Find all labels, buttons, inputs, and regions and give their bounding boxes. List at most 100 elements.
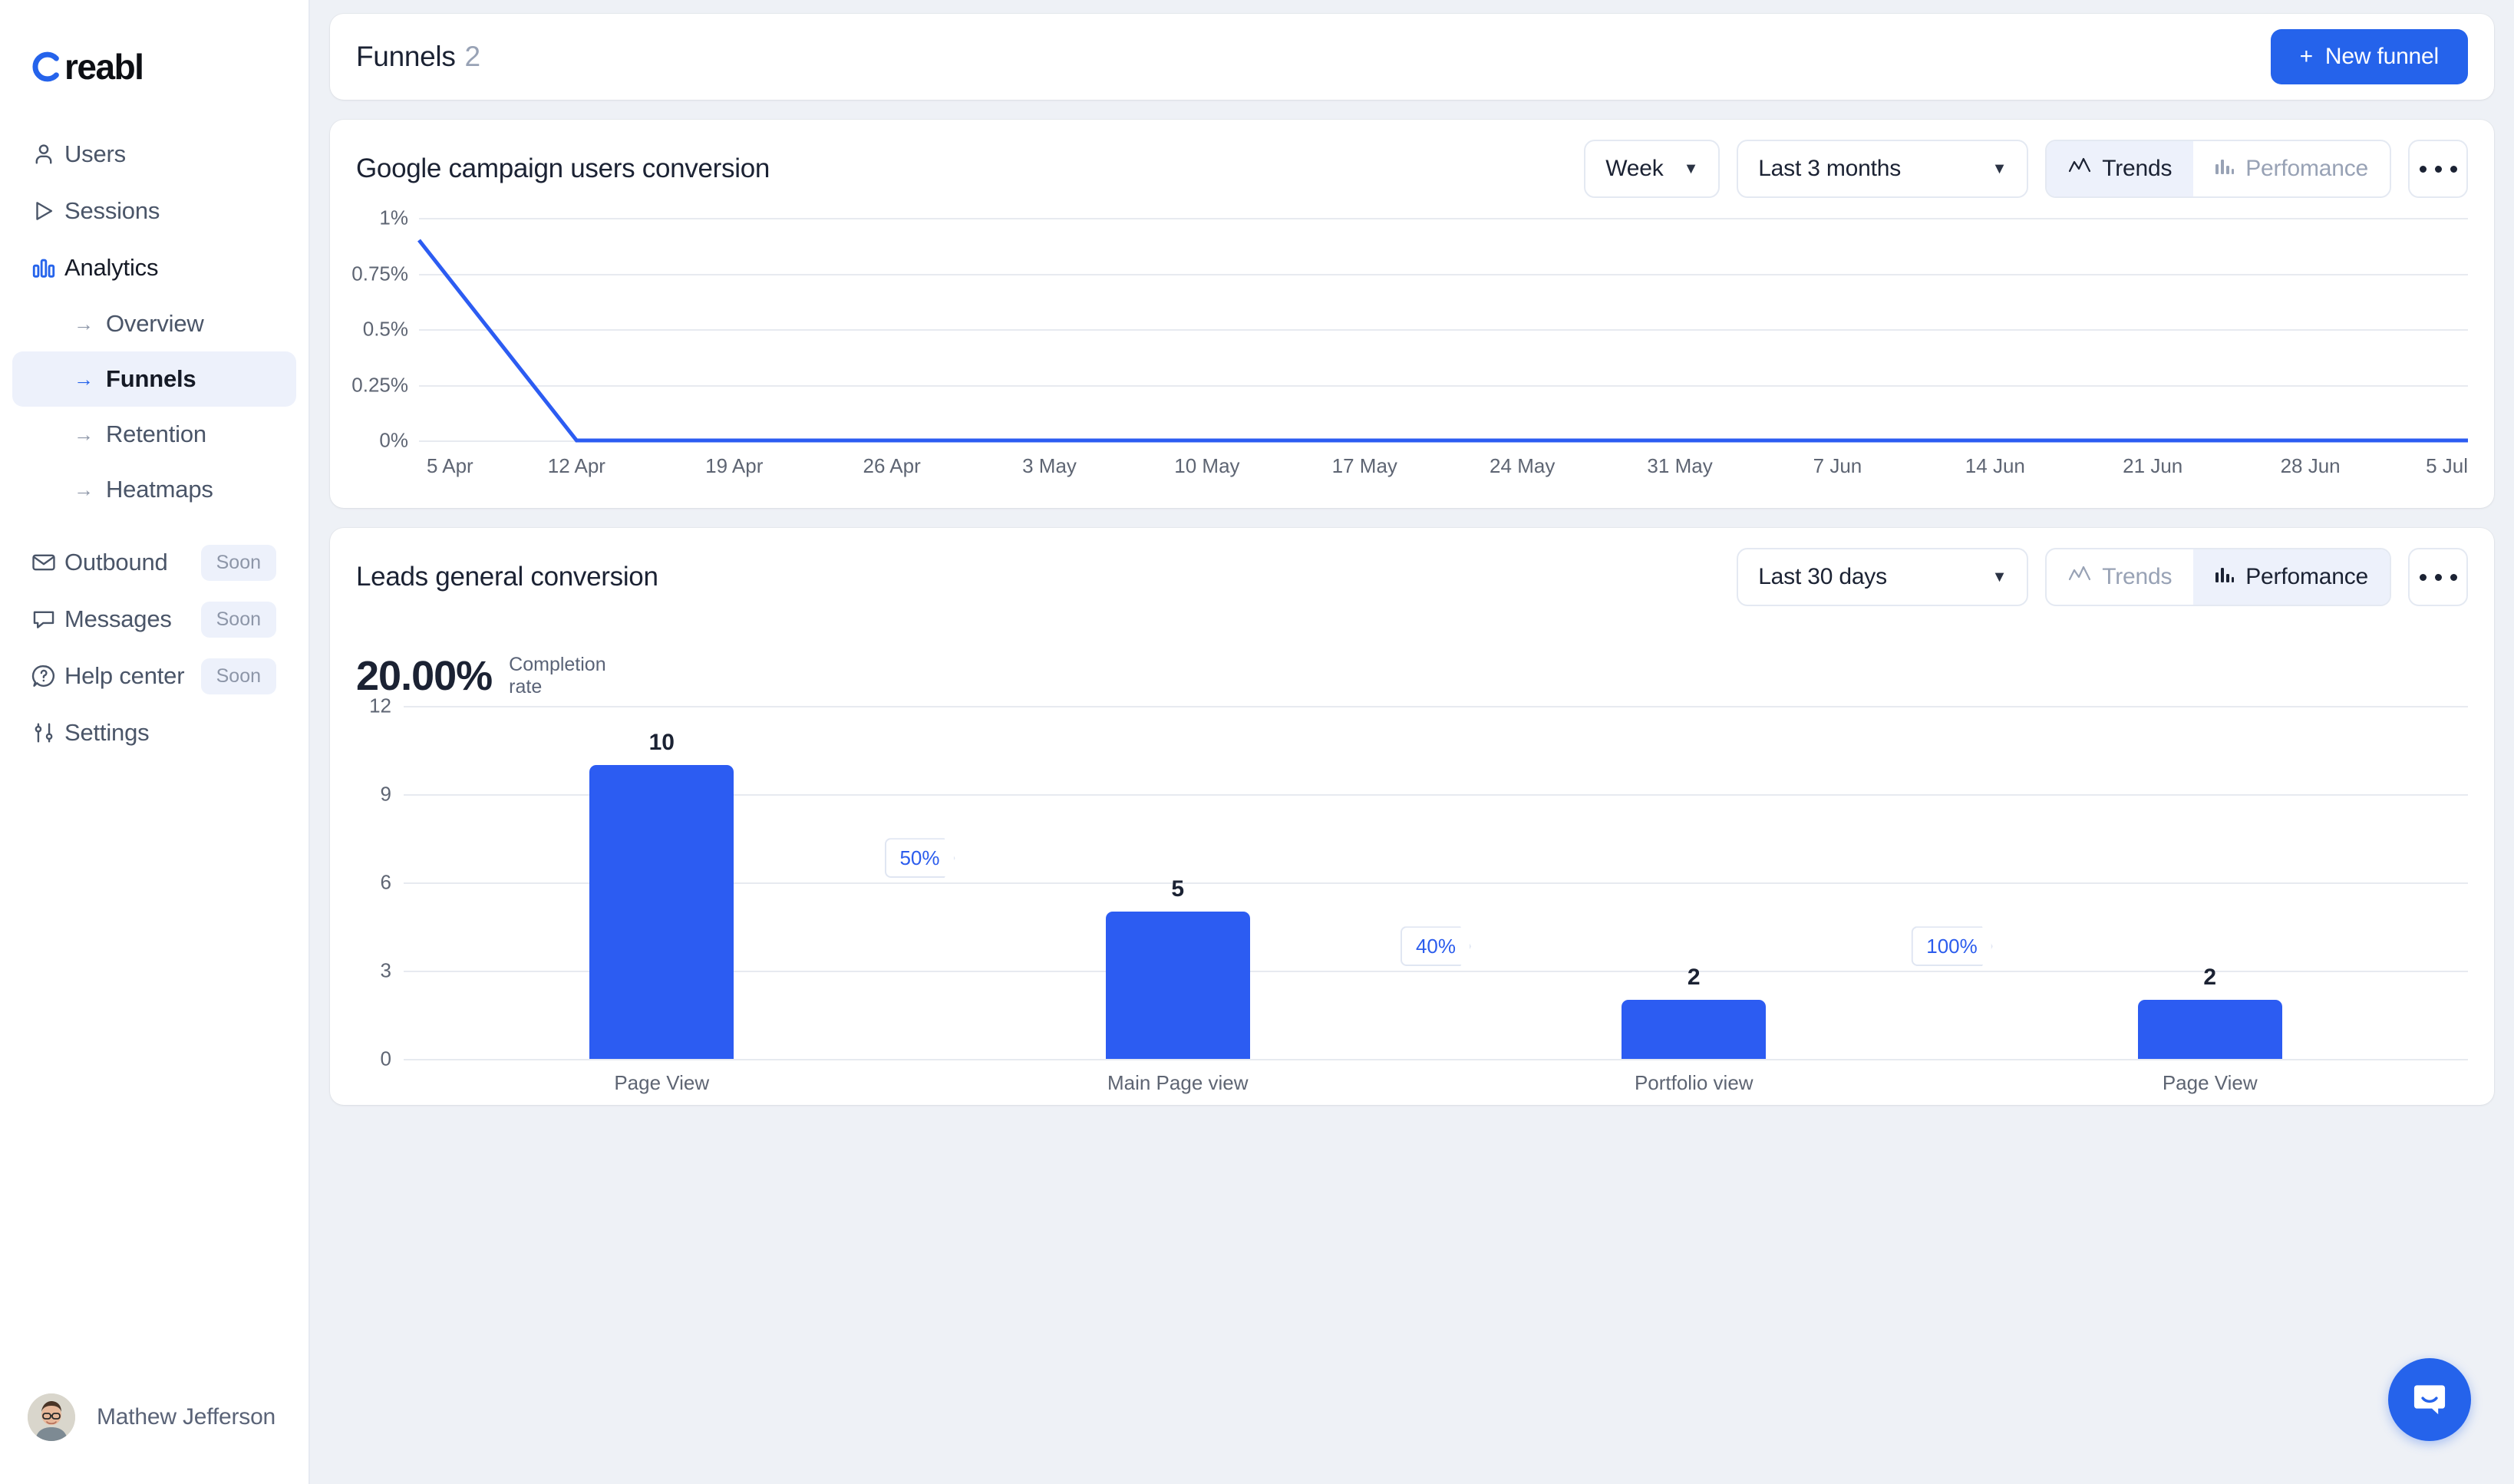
y-axis-tick-label: 9 (380, 782, 391, 806)
new-funnel-button[interactable]: + New funnel (2270, 29, 2468, 84)
x-axis-tick-label: 26 Apr (863, 454, 921, 477)
step-conversion-badge: 50% (884, 838, 955, 878)
dot-icon (2419, 165, 2427, 173)
bar-value-label: 5 (1171, 876, 1185, 902)
dot-icon (2450, 165, 2457, 173)
sliders-icon (31, 720, 64, 746)
dot-icon (2434, 165, 2442, 173)
bar[interactable] (2137, 1000, 2282, 1059)
chat-launcher-button[interactable] (2388, 1358, 2471, 1441)
dot-icon (2419, 573, 2427, 581)
bar-value-label: 10 (648, 729, 675, 755)
page-title: Funnels (356, 41, 456, 72)
bar-chart-icon (31, 255, 64, 281)
dot-icon (2434, 573, 2442, 581)
x-axis-tick-label: 19 Apr (705, 454, 764, 477)
play-icon (31, 198, 64, 224)
x-axis-category-label: Portfolio view (1634, 1071, 1754, 1094)
tab-trends[interactable]: Trends (2047, 549, 2193, 605)
nav-divider-space (0, 517, 308, 534)
arrow-right-icon: → (74, 478, 94, 501)
sidebar-item-analytics[interactable]: Analytics (12, 239, 296, 296)
y-axis-tick-label: 0% (379, 428, 408, 452)
x-axis-category-label: Page View (614, 1071, 710, 1094)
tab-trends-label: Trends (2102, 564, 2173, 589)
sidebar-item-heatmaps[interactable]: → Heatmaps (12, 462, 296, 517)
y-axis-tick-label: 3 (380, 958, 391, 982)
completion-rate-label: Completion rate (509, 654, 606, 697)
bar-chart-icon (2215, 564, 2235, 590)
line-chart-container: 0% 0.25% 0.5% 0.75% 1% 5 Apr 12 Apr 19 Apr 26 A… (330, 206, 2494, 508)
sidebar-item-funnels[interactable]: → Funnels (12, 351, 296, 407)
chat-icon (31, 606, 64, 632)
y-axis-tick-label: 12 (369, 694, 391, 717)
granularity-select[interactable]: Week ▼ (1584, 140, 1721, 198)
sidebar-item-label: Funnels (106, 365, 196, 392)
x-axis-tick-label: 12 Apr (547, 454, 605, 477)
bar-chart-x-axis: Page View Main Page view Portfolio view Pag… (404, 1071, 2468, 1105)
sidebar-item-settings[interactable]: Settings (12, 704, 296, 761)
plus-icon: + (2299, 44, 2314, 69)
card-menu-button[interactable] (2408, 140, 2468, 198)
x-axis-tick-label: 17 May (1331, 454, 1397, 477)
chevron-down-icon: ▼ (1991, 160, 2008, 177)
x-axis-tick-label: 7 Jun (1813, 454, 1862, 477)
y-axis-tick-label: 0.25% (351, 373, 408, 396)
sidebar-item-messages[interactable]: Messages Soon (12, 591, 296, 648)
sidebar-item-overview[interactable]: → Overview (12, 296, 296, 351)
bar[interactable] (1105, 912, 1250, 1059)
x-axis-tick-label: 24 May (1490, 454, 1556, 477)
tab-performance[interactable]: Perfomance (2193, 549, 2390, 605)
bar[interactable] (1622, 1000, 1767, 1059)
dot-icon (2450, 573, 2457, 581)
status-badge: Soon (200, 601, 276, 638)
y-axis-tick-label: 0.5% (362, 317, 408, 341)
bar-chart: 0 3 6 9 12 10 5 2 2 50% 40% 100% (356, 694, 2468, 1070)
card-title: Leads general conversion (356, 562, 658, 592)
trend-line-icon (2068, 156, 2091, 182)
line-chart-x-axis: 5 Apr 12 Apr 19 Apr 26 Apr 3 May 10 May 17 May… (419, 454, 2468, 485)
sidebar-item-label: Help center (64, 662, 185, 689)
date-range-select[interactable]: Last 3 months ▼ (1737, 140, 2029, 198)
view-toggle: Trends Perfomance (2045, 140, 2391, 198)
bar-chart-plot: 0 3 6 9 12 10 5 2 2 50% 40% 100% (369, 694, 2468, 1070)
sidebar-item-help-center[interactable]: Help center Soon (12, 648, 296, 704)
sidebar: reabl Users Sessions Analytics → Overvie… (0, 0, 310, 1484)
bar[interactable] (589, 764, 734, 1059)
y-axis-tick-label: 0.75% (351, 262, 408, 285)
sidebar-item-outbound[interactable]: Outbound Soon (12, 534, 296, 591)
mail-icon (31, 549, 64, 575)
chat-smile-icon (2413, 1385, 2446, 1415)
line-chart: 0% 0.25% 0.5% 0.75% 1% (351, 206, 2468, 452)
tab-performance-label: Perfomance (2245, 156, 2368, 181)
user-profile[interactable]: Mathew Jefferson (0, 1393, 275, 1441)
funnel-card-leads-general: Leads general conversion Last 30 days ▼ (330, 528, 2494, 1105)
card-title: Google campaign users conversion (356, 153, 770, 183)
chevron-down-icon: ▼ (1683, 160, 1699, 177)
y-axis-tick-label: 1% (379, 206, 408, 229)
date-range-value: Last 3 months (1758, 156, 1902, 181)
primary-nav: Users Sessions Analytics → Overview → Fu… (0, 126, 308, 761)
sidebar-item-retention[interactable]: → Retention (12, 407, 296, 462)
tab-trends[interactable]: Trends (2047, 141, 2194, 196)
avatar (28, 1393, 75, 1441)
card-menu-button[interactable] (2408, 548, 2468, 606)
avatar-image (28, 1393, 75, 1441)
brand-logo[interactable]: reabl (0, 0, 308, 87)
x-axis-tick-label: 5 Jul (2426, 454, 2468, 477)
x-axis-tick-label: 28 Jun (2280, 454, 2341, 477)
y-axis-tick-label: 0 (380, 1047, 391, 1070)
tab-performance[interactable]: Perfomance (2193, 141, 2390, 196)
sidebar-item-label: Heatmaps (106, 476, 213, 503)
sidebar-item-label: Messages (64, 605, 172, 632)
date-range-select[interactable]: Last 30 days ▼ (1737, 548, 2029, 606)
sidebar-item-users[interactable]: Users (12, 126, 296, 183)
reabl-logo-icon (32, 51, 59, 82)
profile-name: Mathew Jefferson (97, 1404, 276, 1430)
x-axis-tick-label: 5 Apr (427, 454, 473, 477)
view-toggle: Trends Perfomance (2045, 548, 2391, 606)
y-axis-tick-label: 6 (380, 870, 391, 894)
step-conversion-badge: 40% (1401, 926, 1471, 966)
sidebar-item-sessions[interactable]: Sessions (12, 183, 296, 239)
app-root: reabl Users Sessions Analytics → Overvie… (0, 0, 2514, 1484)
